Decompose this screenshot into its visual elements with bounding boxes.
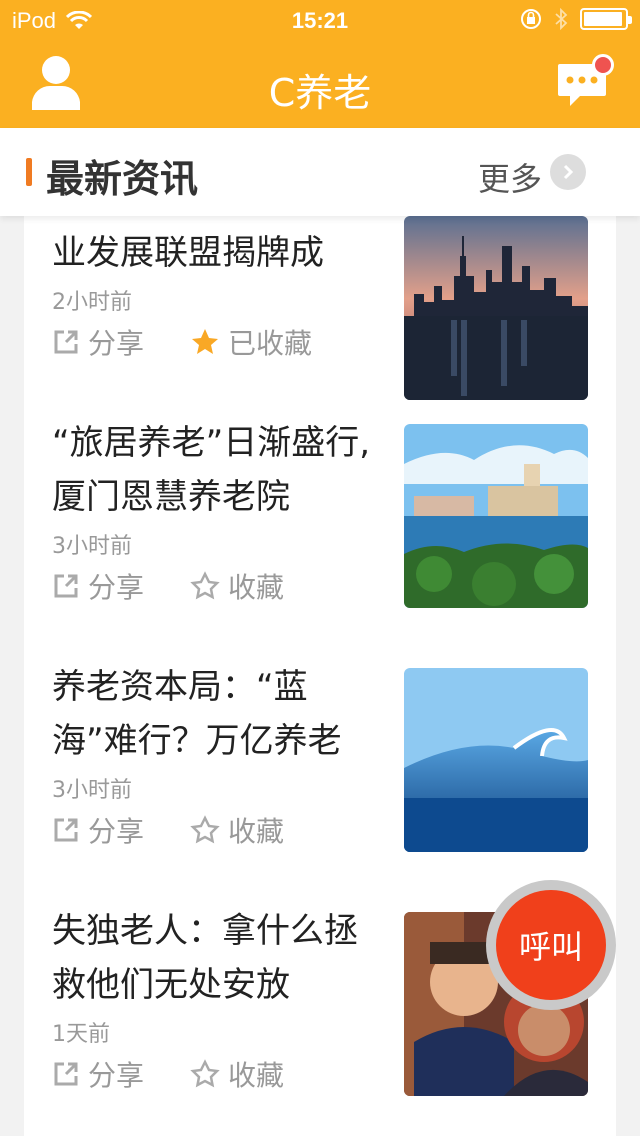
news-actions: 分享 收藏 <box>52 566 284 606</box>
share-label: 分享 <box>88 327 145 360</box>
app-title: C养老 <box>268 71 372 115</box>
unread-badge <box>592 54 614 76</box>
news-actions: 分享 已收藏 <box>52 322 312 362</box>
news-actions: 分享 收藏 <box>52 810 284 850</box>
share-label: 分享 <box>88 1059 145 1092</box>
share-icon <box>54 818 78 842</box>
collect-label: 收藏 <box>228 1059 285 1092</box>
news-title: 失独老人：拿什么拯救他们无处安放 <box>52 911 358 1005</box>
collect-button[interactable]: 收藏 <box>190 1054 284 1094</box>
news-time: 1天前 <box>52 1022 110 1047</box>
section-accent-bar <box>26 158 32 186</box>
news-title: 养老资本局：“蓝海”难行？万亿养老 <box>52 667 342 761</box>
news-time: 3小时前 <box>52 778 132 803</box>
star-outline-icon <box>190 815 220 844</box>
share-button[interactable]: 分享 <box>52 566 144 606</box>
news-thumbnail <box>404 424 588 608</box>
battery-icon <box>580 8 632 30</box>
share-icon <box>54 330 78 354</box>
rotation-lock-icon <box>521 9 541 29</box>
share-button[interactable]: 分享 <box>52 322 144 362</box>
status-bar: iPod 15:21 <box>0 0 640 40</box>
news-item[interactable]: “旅居养老”日渐盛行,厦门恩慧养老院 3小时前 分享 收藏 <box>24 400 616 644</box>
app-header: C养老 <box>0 40 640 128</box>
share-button[interactable]: 分享 <box>52 810 144 850</box>
star-outline-icon <box>190 1059 220 1088</box>
status-right <box>520 8 632 30</box>
section-title: 最新资讯 <box>46 157 199 201</box>
news-title: “旅居养老”日渐盛行,厦门恩慧养老院 <box>52 423 371 517</box>
more-link[interactable]: 更多 <box>478 154 542 200</box>
news-thumbnail <box>404 668 588 852</box>
collect-button[interactable]: 收藏 <box>190 810 284 850</box>
collect-button[interactable]: 收藏 <box>190 566 284 606</box>
news-title: 业发展联盟揭牌成 <box>52 233 324 273</box>
news-time: 2小时前 <box>52 290 132 315</box>
messages-button[interactable] <box>556 54 614 110</box>
share-label: 分享 <box>88 571 145 604</box>
call-button[interactable]: 呼叫 <box>486 880 616 1010</box>
collect-label: 收藏 <box>228 571 285 604</box>
chevron-right-icon[interactable] <box>550 154 586 190</box>
share-icon <box>54 1062 78 1086</box>
news-item[interactable]: 业发展联盟揭牌成 2小时前 分享 已收藏 <box>24 216 616 400</box>
news-thumbnail <box>404 216 588 400</box>
share-label: 分享 <box>88 815 145 848</box>
bluetooth-icon <box>555 8 568 30</box>
share-button[interactable]: 分享 <box>52 1054 144 1094</box>
collect-label: 已收藏 <box>228 327 313 360</box>
star-filled-icon <box>192 329 219 354</box>
call-button-label: 呼叫 <box>496 890 606 1000</box>
news-item[interactable]: 养老资本局：“蓝海”难行？万亿养老 3小时前 分享 收藏 <box>24 644 616 888</box>
section-header: 最新资讯 更多 <box>0 128 640 216</box>
news-time: 3小时前 <box>52 534 132 559</box>
collect-label: 收藏 <box>228 815 285 848</box>
collect-button[interactable]: 已收藏 <box>190 322 312 362</box>
news-actions: 分享 收藏 <box>52 1054 284 1094</box>
star-outline-icon <box>190 571 220 600</box>
share-icon <box>54 574 78 598</box>
